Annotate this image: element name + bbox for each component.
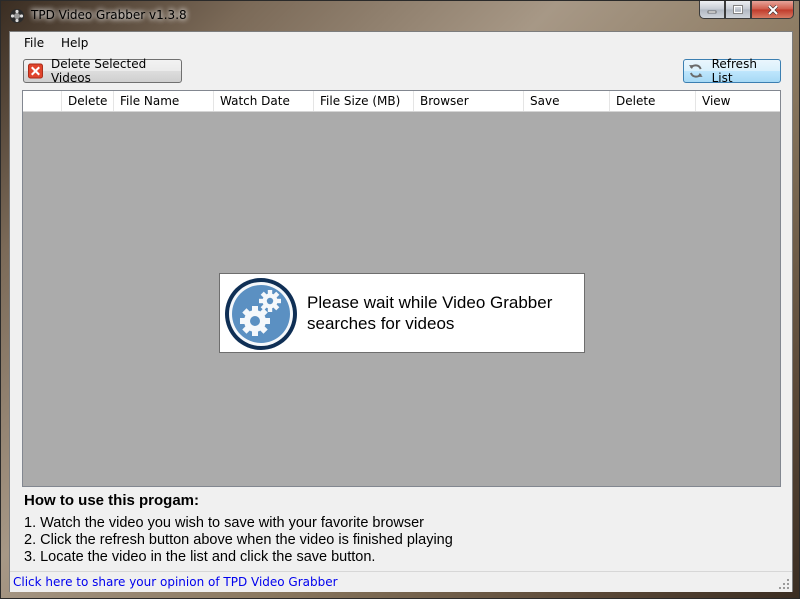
toolbar: Delete Selected Videos Refresh List [10, 54, 792, 90]
delete-selected-videos-button[interactable]: Delete Selected Videos [23, 57, 182, 85]
maximize-icon [733, 5, 743, 14]
instructions-title: How to use this progam: [24, 492, 200, 509]
loading-message-line-2: searches for videos [307, 314, 455, 333]
minimize-icon [707, 10, 717, 13]
column-header-delete-2[interactable]: Delete [609, 91, 695, 111]
delete-selected-videos-label: Delete Selected Videos [50, 57, 147, 85]
share-opinion-link[interactable]: Click here to share your opinion of TPD … [13, 575, 338, 589]
title-bar[interactable]: TPD Video Grabber v1.3.8 [1, 1, 799, 31]
column-header-delete[interactable]: Delete [61, 91, 113, 111]
grid-row-header-cell [23, 91, 61, 111]
instruction-step: 2. Click the refresh button above when t… [24, 532, 453, 548]
column-header-file-size[interactable]: File Size (MB) [313, 91, 413, 111]
close-button[interactable] [751, 1, 794, 19]
status-bar: Click here to share your opinion of TPD … [10, 571, 792, 592]
caption-buttons [699, 1, 794, 21]
column-header-watch-date[interactable]: Watch Date [213, 91, 313, 111]
grid-header: Delete File Name Watch Date File Size (M… [23, 91, 780, 112]
close-icon [767, 4, 778, 15]
refresh-icon [688, 64, 703, 78]
column-header-save[interactable]: Save [523, 91, 609, 111]
minimize-button[interactable] [699, 1, 725, 19]
maximize-button[interactable] [725, 1, 751, 19]
client-area: File Help Delete Selected Videos Refresh… [9, 31, 793, 592]
window-title: TPD Video Grabber v1.3.8 [31, 8, 187, 22]
column-header-browser[interactable]: Browser [413, 91, 523, 111]
instructions: How to use this progam: 1. Watch the vid… [24, 490, 784, 566]
loading-message-line-1: Please wait while Video Grabber [307, 293, 553, 312]
instruction-step: 1. Watch the video you wish to save with… [24, 515, 425, 531]
menu-bar: File Help [10, 32, 792, 55]
loading-panel: Please wait while Video Grabber searches… [219, 273, 585, 353]
loading-message: Please wait while Video Grabber searches… [307, 292, 577, 334]
refresh-list-label: Refresh List [711, 57, 757, 85]
app-window: TPD Video Grabber v1.3.8 File Help Delet… [0, 0, 800, 599]
menu-file[interactable]: File [24, 36, 44, 50]
videos-grid[interactable]: Delete File Name Watch Date File Size (M… [22, 90, 781, 487]
column-header-view[interactable]: View [695, 91, 780, 111]
menu-help[interactable]: Help [61, 36, 88, 50]
column-header-file-name[interactable]: File Name [113, 91, 213, 111]
app-icon[interactable] [9, 8, 25, 24]
refresh-list-button[interactable]: Refresh List [683, 57, 781, 85]
resize-grip-icon[interactable] [778, 578, 790, 590]
gears-icon [225, 278, 297, 350]
red-x-icon [28, 63, 43, 79]
instruction-step: 3. Locate the video in the list and clic… [24, 549, 376, 565]
